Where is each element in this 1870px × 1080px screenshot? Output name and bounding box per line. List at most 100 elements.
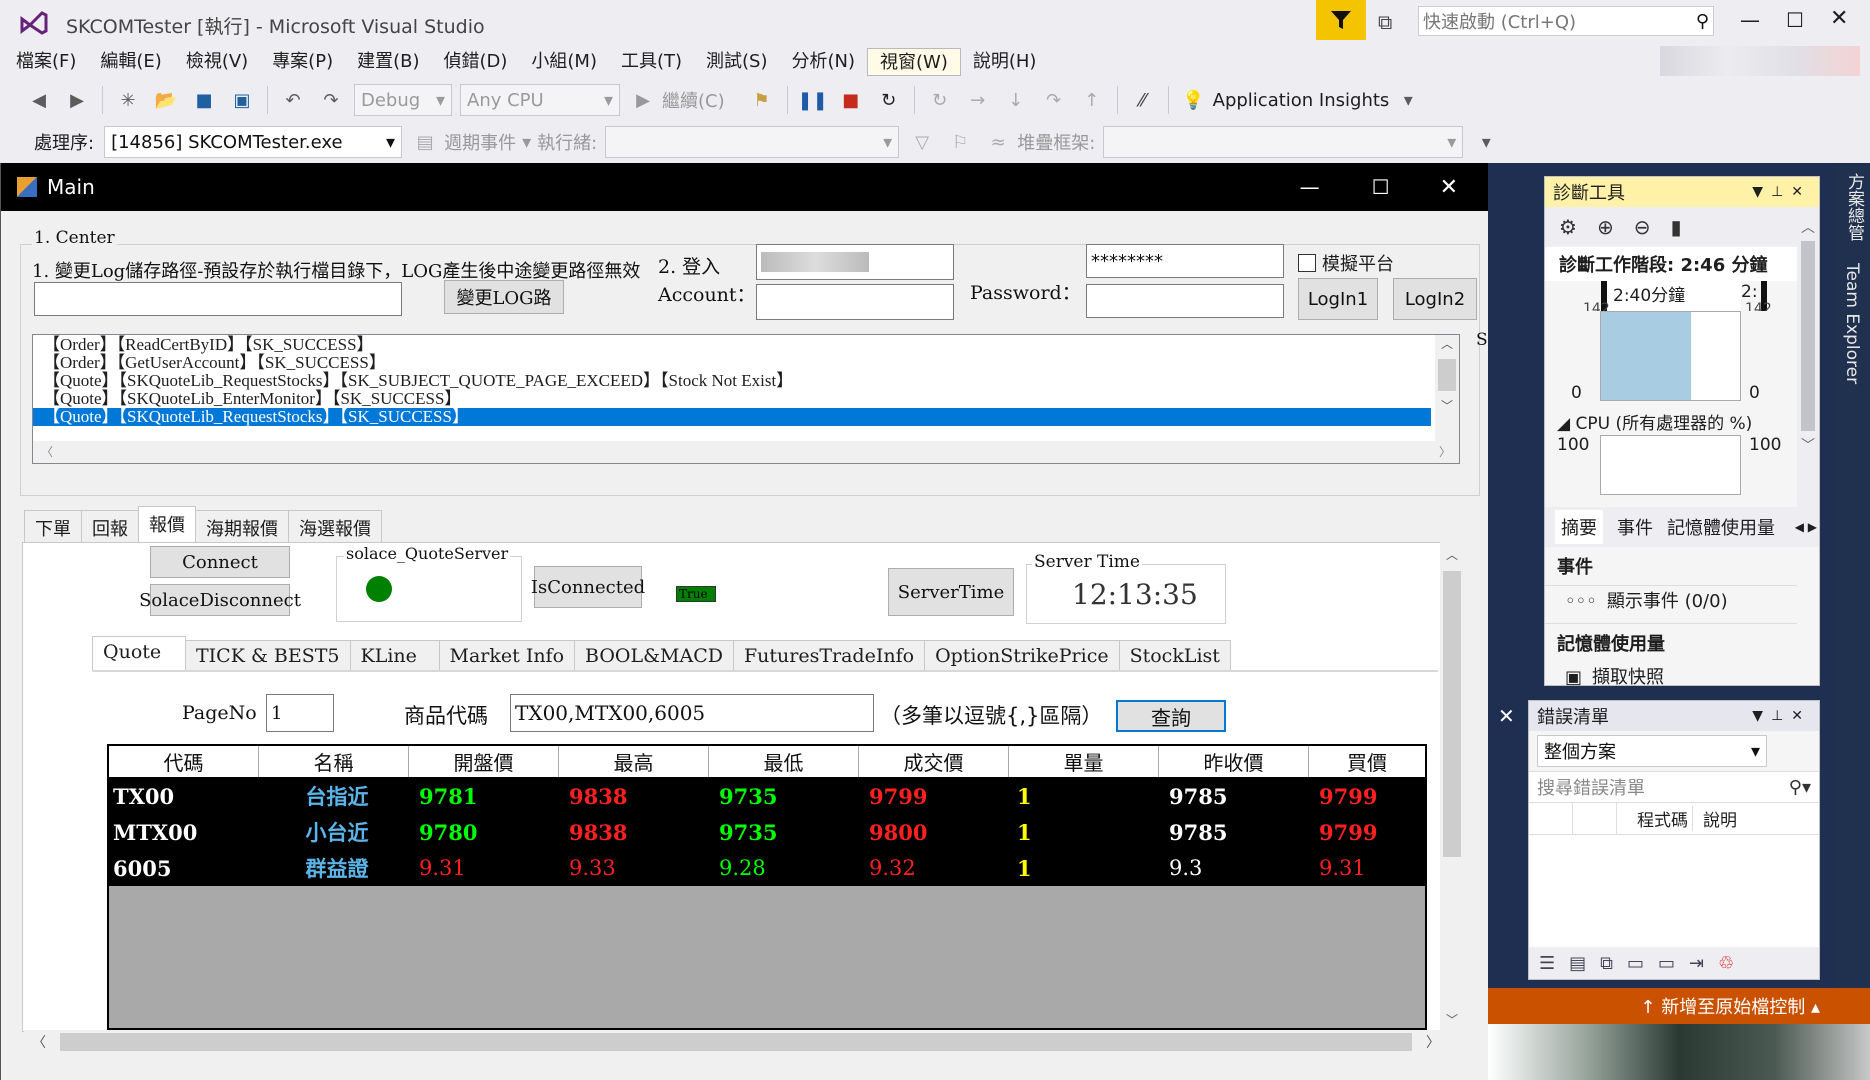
show-events-link[interactable]: ◦◦◦ 顯示事件 (0/0) <box>1565 587 1728 613</box>
close-icon[interactable]: ✕ <box>1791 708 1811 724</box>
subtab-quote[interactable]: Quote <box>92 636 186 672</box>
col-bid[interactable]: 買價 <box>1309 746 1425 777</box>
lifecycle-events-button[interactable]: 週期事件 <box>444 129 516 155</box>
list-item-selected[interactable]: 【Quote】【SKQuoteLib_RequestStocks】【SK_SUC… <box>33 408 1431 426</box>
account-input[interactable] <box>756 284 954 320</box>
log-hscrollbar[interactable]: 〈〉 <box>33 441 1459 463</box>
menu-analyze[interactable]: 分析(N) <box>780 48 868 76</box>
password-input[interactable]: ******** <box>1086 244 1284 278</box>
is-connected-button[interactable]: IsConnected <box>531 566 645 608</box>
pause-icon[interactable]: ❚❚ <box>798 87 828 113</box>
subtab-kline[interactable]: KLine <box>349 640 440 672</box>
col-high[interactable]: 最高 <box>559 746 709 777</box>
toggle-threads-icon[interactable]: ≈ <box>985 129 1011 155</box>
log-path-input[interactable] <box>34 282 402 316</box>
col-last[interactable]: 成交價 <box>859 746 1009 777</box>
subtab-stock-list[interactable]: StockList <box>1118 640 1231 672</box>
change-log-button[interactable]: 變更LOG路 <box>444 280 564 314</box>
save-icon[interactable]: ■ <box>191 87 217 113</box>
console-icon[interactable]: ▭ <box>1627 953 1644 974</box>
open-folder-icon[interactable]: 📂 <box>153 87 179 113</box>
pin-icon[interactable]: ⊥ <box>1771 184 1791 200</box>
product-code-input[interactable]: TX00,MTX00,6005 <box>510 694 874 732</box>
stack-frame-combo[interactable]: ▾ <box>1103 126 1464 158</box>
quote-page-vscrollbar[interactable]: ︿ ﹀ <box>1440 542 1464 1032</box>
menu-edit[interactable]: 編輯(E) <box>88 48 173 76</box>
minimize-button[interactable]: — <box>1740 8 1760 32</box>
diagnostic-icon[interactable]: ⧉ <box>1600 953 1613 974</box>
main-hscrollbar[interactable]: 〈 〉 <box>24 1030 1448 1054</box>
chevron-down-icon[interactable]: ▼ <box>1752 184 1771 200</box>
source-control-button[interactable]: ↑ 新增至原始檔控制 ▴ <box>1640 993 1820 1019</box>
tab-team-explorer[interactable]: Team Explorer <box>1842 263 1862 384</box>
chevron-down-icon[interactable]: ▾ <box>1395 87 1421 113</box>
tab-report[interactable]: 回報 <box>81 510 139 542</box>
list-icon[interactable]: ☰ <box>1539 953 1555 974</box>
breakpoints-icon[interactable]: ⁄⁄ <box>1130 87 1156 113</box>
filter-thread-icon[interactable]: ▽ <box>909 129 935 155</box>
col-code[interactable]: 代碼 <box>109 746 259 777</box>
redo-icon[interactable]: ↷ <box>318 87 344 113</box>
subtab-futures-trade-info[interactable]: FuturesTradeInfo <box>732 640 926 672</box>
tab-overseas-options[interactable]: 海選報價 <box>288 510 382 542</box>
zoom-out-icon[interactable]: ⊖ <box>1634 215 1651 239</box>
app-insights-button[interactable]: Application Insights <box>1213 90 1390 111</box>
tab-summary[interactable]: 摘要 <box>1555 510 1603 544</box>
chevron-down-icon[interactable]: ▼ <box>1752 708 1771 724</box>
stop-icon[interactable]: ■ <box>838 87 864 113</box>
filter-button[interactable] <box>1316 0 1366 40</box>
menu-help[interactable]: 說明(H) <box>961 48 1049 76</box>
solace-disconnect-button[interactable]: SolaceDisconnect <box>139 584 301 616</box>
menu-test[interactable]: 測試(S) <box>694 48 779 76</box>
chevron-down-icon[interactable]: ▾ <box>1473 129 1499 155</box>
step-out-icon[interactable]: ↑ <box>1079 87 1105 113</box>
col-description[interactable]: 說明 <box>1693 806 1737 831</box>
tab-overseas-futures[interactable]: 海期報價 <box>195 510 289 542</box>
subtab-market-info[interactable]: Market Info <box>438 640 576 672</box>
col-prev-close[interactable]: 昨收價 <box>1159 746 1309 777</box>
exit-icon[interactable]: ⇥ <box>1689 953 1704 974</box>
platform-combo[interactable]: Any CPU ▾ <box>460 84 620 116</box>
user-avatar[interactable] <box>1660 46 1860 76</box>
clear-icon[interactable]: ♲ <box>1718 953 1734 974</box>
feedback-icon[interactable]: ⧉ <box>1378 10 1392 34</box>
snapshot-button[interactable]: ▣ 擷取快照 <box>1565 663 1664 689</box>
main-close-button[interactable]: ✕ <box>1440 175 1458 200</box>
lightbulb-icon[interactable]: 💡 <box>1181 87 1207 113</box>
window-icon[interactable]: ▤ <box>1569 953 1586 974</box>
menu-debug[interactable]: 偵錯(D) <box>432 48 520 76</box>
subtab-tick-best5[interactable]: TICK & BEST5 <box>185 640 351 672</box>
forward-icon[interactable]: ▶ <box>64 87 90 113</box>
thread-combo[interactable]: ▾ <box>605 126 900 158</box>
restart-icon[interactable]: ↻ <box>876 87 902 113</box>
tab-memory-usage[interactable]: 記憶體使用量 <box>1667 514 1775 540</box>
config-combo[interactable]: Debug ▾ <box>354 84 452 116</box>
error-search-input[interactable]: 搜尋錯誤清單 ⚲▾ <box>1529 771 1819 803</box>
tab-order[interactable]: 下單 <box>24 510 82 542</box>
list-item[interactable]: 【Quote】【SKQuoteLib_RequestStocks】【SK_SUB… <box>33 372 1459 390</box>
gear-icon[interactable]: ⚙ <box>1559 215 1577 239</box>
diagnostics-scrollbar[interactable]: ︿ ﹀ <box>1797 217 1819 507</box>
table-row[interactable]: TX00 台指近 9781 9838 9735 9799 1 9785 9799 <box>109 778 1425 814</box>
pin-icon[interactable]: ⊥ <box>1771 708 1791 724</box>
hot-reload-icon[interactable]: ↻ <box>927 87 953 113</box>
list-item[interactable]: 【Quote】【SKQuoteLib_EnterMonitor】【SK_SUCC… <box>33 390 1459 408</box>
log-vscrollbar[interactable]: ︿ ﹀ <box>1435 335 1459 441</box>
id-input[interactable] <box>756 244 954 280</box>
error-scope-combo[interactable]: 整個方案 ▾ <box>1537 735 1767 767</box>
tab-quote[interactable]: 報價 <box>138 506 196 542</box>
close-icon[interactable]: ✕ <box>1488 700 1528 732</box>
tab-solution-explorer[interactable]: 方案總管 <box>1842 173 1867 241</box>
zoom-in-icon[interactable]: ⊕ <box>1597 215 1614 239</box>
maximize-button[interactable]: ☐ <box>1786 8 1804 32</box>
undo-icon[interactable]: ↶ <box>280 87 306 113</box>
col-open[interactable]: 開盤價 <box>409 746 559 777</box>
flag-thread-icon[interactable]: ⚐ <box>947 129 973 155</box>
attach-icon[interactable]: ⚑ <box>749 87 775 113</box>
process-combo[interactable]: [14856] SKCOMTester.exe ▾ <box>104 126 403 158</box>
table-row[interactable]: 6005 群益證 9.31 9.33 9.28 9.32 1 9.3 9.31 <box>109 850 1425 886</box>
sim-platform-checkbox[interactable]: 模擬平台 <box>1298 250 1394 276</box>
log-listbox[interactable]: 【Order】【ReadCertByID】【SK_SUCCESS】 【Order… <box>32 334 1460 464</box>
col-code[interactable]: 程式碼 <box>1617 806 1693 831</box>
login1-button[interactable]: LogIn1 <box>1298 278 1378 320</box>
